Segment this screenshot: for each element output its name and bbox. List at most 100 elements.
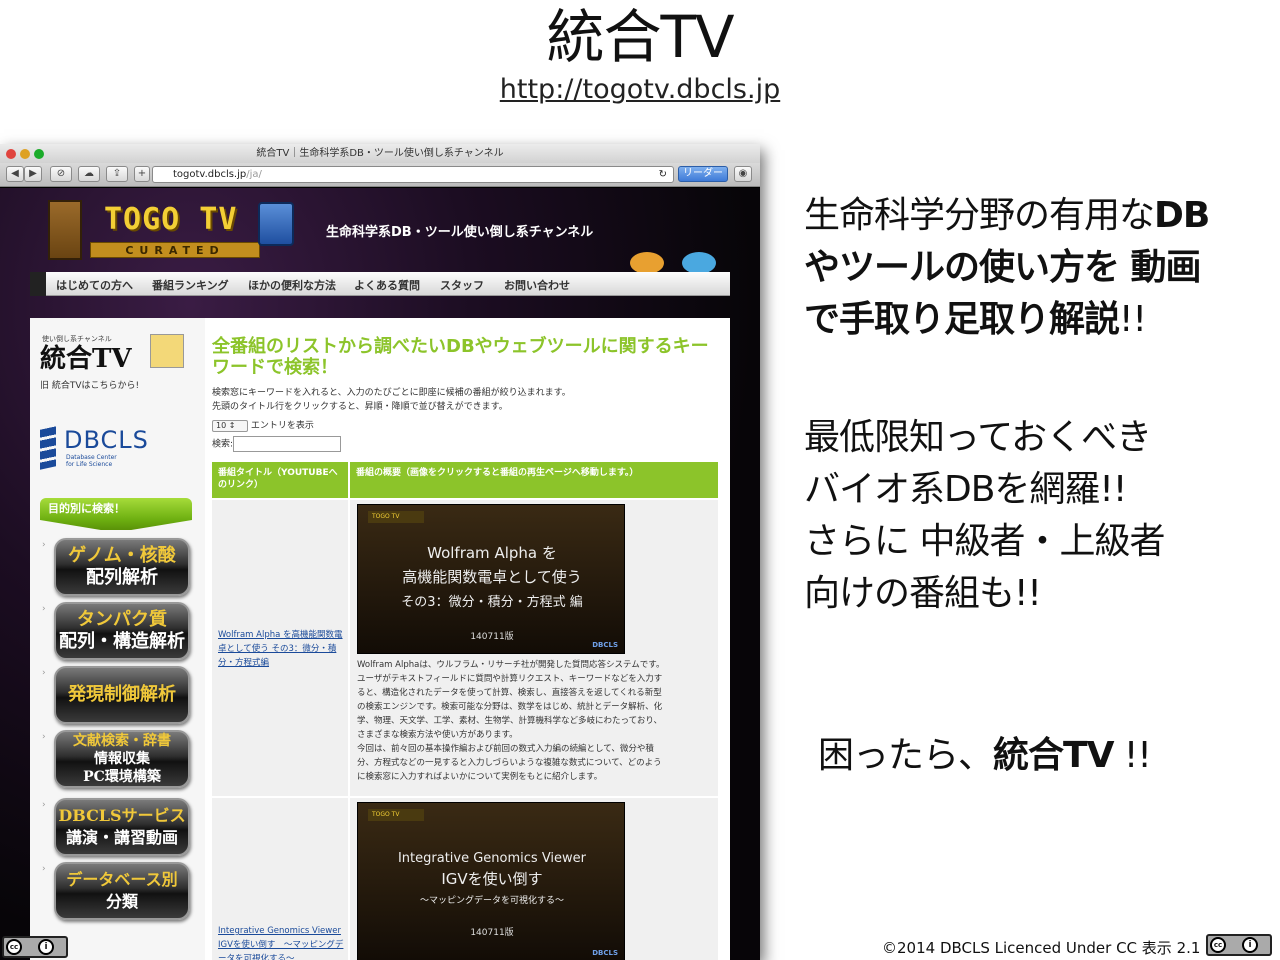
thumb-logo: TOGO TV <box>368 511 424 523</box>
cc-license-badge-right: cc i <box>1206 934 1272 956</box>
webpage: TOGO TV CURATED 生命科学系DB・ツール使い倒し系チャンネル はじ… <box>0 188 760 960</box>
table-row-cell-title: Integrative Genomics Viewer IGVを使い倒す ～マッ… <box>212 798 348 960</box>
nav-item-contact[interactable]: お問い合わせ <box>504 277 570 293</box>
program-thumbnail[interactable]: TOGO TV Integrative Genomics Viewer IGVを… <box>357 802 625 960</box>
logo-text: TOGO TV <box>104 202 238 237</box>
nav-item-ranking[interactable]: 番組ランキング <box>152 277 229 293</box>
site-nav: はじめての方へ 番組ランキング ほかの便利な方法 よくある質問 スタッフ お問い… <box>30 272 730 296</box>
forward-icon[interactable]: ▶ <box>24 166 42 182</box>
slide-title: 統合TV <box>546 3 734 71</box>
reader-button[interactable]: リーダー <box>678 166 728 182</box>
zoom-window-icon[interactable] <box>34 149 44 159</box>
slide: 統合TV http://togotv.dbcls.jp 統合TV｜生命科学系DB… <box>0 0 1280 960</box>
nav-item-faq[interactable]: よくある質問 <box>354 277 420 293</box>
mini-tv-icon <box>150 334 184 368</box>
dbcls-sub: Database Center for Life Science <box>66 454 117 468</box>
blue-bird-icon <box>682 252 716 274</box>
address-path: /ja/ <box>246 169 262 180</box>
program-summary: Wolfram Alphaは、ウルフラム・リサーチ社が開発した質問応答システムで… <box>357 660 665 782</box>
cc-license-badge-left: cc i <box>2 936 68 958</box>
browser-titlebar: 統合TV｜生命科学系DB・ツール使い倒し系チャンネル <box>0 144 760 163</box>
dbcls-mark-icon <box>40 426 56 470</box>
search-input[interactable] <box>233 436 342 452</box>
by-icon: i <box>1242 937 1258 953</box>
cc-icon: cc <box>6 939 22 955</box>
nav-lead <box>30 272 46 296</box>
chevron-right-icon: › <box>42 732 46 742</box>
entries-select[interactable]: 10 ↕ <box>212 419 248 432</box>
share-icon[interactable]: ⊘ <box>50 166 72 182</box>
desc-block-2: 最低限知っておくべき バイオ系DBを網羅!! さらに 中級者・上級者 向けの番組… <box>804 417 1165 614</box>
channel-tagline: 生命科学系DB・ツール使い倒し系チャンネル <box>326 225 594 240</box>
entries-control: 10 ↕ エントリを表示 <box>212 418 314 434</box>
address-host: togotv.dbcls.jp <box>173 169 247 180</box>
address-bar[interactable]: togotv.dbcls.jp/ja/ ↻ <box>152 166 674 183</box>
category-database-button[interactable]: データベース別 分類 <box>54 862 190 920</box>
nav-item-methods[interactable]: ほかの便利な方法 <box>248 277 336 293</box>
page-description: 検索窓にキーワードを入れると、入力のたびごとに即座に候補の番組が絞り込まれます。… <box>212 388 571 412</box>
tv-mascot-icon <box>258 202 294 246</box>
slide-url[interactable]: http://togotv.dbcls.jp <box>0 74 1280 105</box>
logo-sub: CURATED <box>90 242 260 258</box>
chevron-right-icon: › <box>42 604 46 614</box>
orange-bird-icon <box>630 252 664 274</box>
table-row-cell-summary: TOGO TV Integrative Genomics Viewer IGVを… <box>350 798 718 960</box>
search-by-purpose-header: 目的別に検索！ <box>40 498 192 520</box>
browser-window-title: 統合TV｜生命科学系DB・ツール使い倒し系チャンネル <box>256 148 504 159</box>
program-link[interactable]: Wolfram Alpha を高機能関数電卓として使う その3：微分・積分・方程… <box>218 628 346 670</box>
new-tab-icon[interactable]: + <box>134 166 150 182</box>
back-icon[interactable]: ◀ <box>6 166 24 182</box>
category-expression-button[interactable]: 発現制御解析 <box>54 666 190 724</box>
pixel-mascot-icon <box>48 200 82 260</box>
table-row-cell-title: Wolfram Alpha を高機能関数電卓として使う その3：微分・積分・方程… <box>212 500 348 796</box>
chevron-right-icon: › <box>42 540 46 550</box>
column-header-title[interactable]: 番組タイトル（YOUTUBEへのリンク） <box>212 462 348 498</box>
nav-item-staff[interactable]: スタッフ <box>440 277 484 293</box>
copyright-notice: ©2014 DBCLS Licenced Under CC 表示 2.1 <box>882 939 1201 957</box>
search-row: 検索: <box>212 436 342 453</box>
program-link[interactable]: Integrative Genomics Viewer IGVを使い倒す ～マッ… <box>218 924 346 960</box>
desc-block-1: 生命科学分野の有用なDB やツールの使い方を 動画 で手取り足取り解説!! <box>804 195 1210 340</box>
minimize-window-icon[interactable] <box>20 149 30 159</box>
chevron-right-icon: › <box>42 800 46 810</box>
thumb-logo: TOGO TV <box>368 809 424 821</box>
table-row-cell-summary: TOGO TV Wolfram Alpha を 高機能関数電卓として使う その3… <box>350 500 718 796</box>
purpose-tab-pointer <box>40 520 192 530</box>
chevron-right-icon: › <box>42 864 46 874</box>
reload-icon[interactable]: ↻ <box>659 167 667 182</box>
old-site-link[interactable]: 旧 統合TVはこちらから! <box>40 378 139 391</box>
icloud-icon[interactable]: ☁ <box>78 166 100 182</box>
chevron-right-icon: › <box>42 668 46 678</box>
share-out-icon[interactable]: ⇪ <box>106 166 128 182</box>
cc-icon: cc <box>1210 937 1226 953</box>
togo-tv-logo[interactable]: TOGO TV CURATED <box>30 196 270 264</box>
browser-window: 統合TV｜生命科学系DB・ツール使い倒し系チャンネル ◀ ▶ ⊘ ☁ ⇪ + t… <box>0 144 760 960</box>
column-header-summary[interactable]: 番組の概要（画像をクリックすると番組の再生ページへ移動します。） <box>350 462 718 498</box>
main-column: 全番組のリストから調べたいDBやウェブツールに関するキーワードで検索！ 検索窓に… <box>208 318 730 960</box>
download-icon[interactable]: ◉ <box>734 166 752 182</box>
thumb-line: その3：微分・積分・方程式 編 <box>401 595 583 610</box>
nav-item-intro[interactable]: はじめての方へ <box>56 277 133 293</box>
dbcls-logo[interactable]: DBCLS Database Center for Life Science <box>40 426 160 472</box>
page-heading: 全番組のリストから調べたいDBやウェブツールに関するキーワードで検索！ <box>212 336 709 378</box>
category-protein-button[interactable]: タンパク質 配列・構造解析 <box>54 602 190 660</box>
by-icon: i <box>38 939 54 955</box>
thumb-line: IGVを使い倒す <box>441 870 543 888</box>
category-dbcls-services-button[interactable]: DBCLSサービス 講演・講習動画 <box>54 798 190 856</box>
close-window-icon[interactable] <box>6 149 16 159</box>
thumb-version: 140711版 <box>470 928 514 938</box>
browser-toolbar: ◀ ▶ ⊘ ☁ ⇪ + togotv.dbcls.jp/ja/ ↻ リーダー ◉ <box>0 163 760 187</box>
sidebar-logo[interactable]: 統合TV <box>40 338 132 375</box>
thumb-version: 140711版 <box>470 632 514 642</box>
category-literature-button[interactable]: 文献検索・辞書 情報収集 PC環境構築 <box>54 730 190 788</box>
dbcls-name: DBCLS <box>64 426 149 454</box>
thumb-dbcls: DBCLS <box>592 641 618 649</box>
thumb-line: Wolfram Alpha を <box>427 544 557 562</box>
category-genome-button[interactable]: ゲノム・核酸 配列解析 <box>54 538 190 596</box>
desc-block-3: 困ったら、統合TV !! <box>818 735 1152 776</box>
thumb-line: ～マッピングデータを可視化する～ <box>419 896 564 906</box>
thumb-dbcls: DBCLS <box>592 949 618 957</box>
thumb-line: 高機能関数電卓として使う <box>402 568 582 586</box>
program-thumbnail[interactable]: TOGO TV Wolfram Alpha を 高機能関数電卓として使う その3… <box>357 504 625 654</box>
sidebar: 使い倒し系チャンネル 統合TV 旧 統合TVはこちらから! DBCLS Data… <box>30 318 205 960</box>
